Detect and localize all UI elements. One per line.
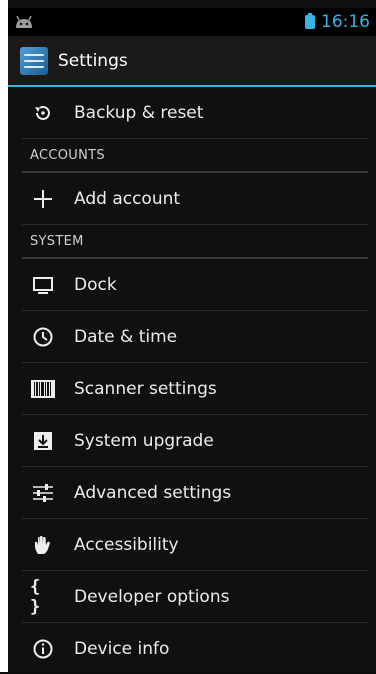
action-bar: Settings bbox=[8, 36, 376, 87]
app-title: Settings bbox=[58, 50, 128, 71]
hand-icon bbox=[30, 532, 56, 558]
setting-label: Device info bbox=[74, 638, 170, 659]
status-time: 16:16 bbox=[321, 12, 370, 32]
download-icon bbox=[30, 428, 56, 454]
setting-label: Scanner settings bbox=[74, 378, 217, 399]
info-icon bbox=[30, 636, 56, 662]
settings-list: Backup & reset ACCOUNTS Add account SYST… bbox=[8, 87, 376, 674]
braces-icon: { } bbox=[30, 576, 41, 617]
add-icon bbox=[30, 186, 56, 212]
setting-label: Backup & reset bbox=[74, 102, 204, 123]
sliders-icon bbox=[30, 480, 56, 506]
setting-dock[interactable]: Dock bbox=[22, 259, 368, 311]
setting-label: Dock bbox=[74, 274, 117, 295]
section-header-system: SYSTEM bbox=[22, 225, 368, 259]
backup-icon bbox=[30, 100, 56, 126]
android-icon bbox=[16, 15, 32, 28]
dock-icon bbox=[30, 272, 56, 298]
setting-label: Add account bbox=[74, 188, 181, 209]
setting-accessibility[interactable]: Accessibility bbox=[22, 519, 368, 571]
setting-label: Advanced settings bbox=[74, 482, 232, 503]
setting-date-time[interactable]: Date & time bbox=[22, 311, 368, 363]
section-title: ACCOUNTS bbox=[30, 147, 105, 163]
section-header-accounts: ACCOUNTS bbox=[22, 139, 368, 173]
settings-app-icon[interactable] bbox=[20, 46, 48, 75]
status-bar: 16:16 bbox=[8, 8, 376, 36]
settings-screen: 16:16 Settings Backup & reset ACCOUNTS A… bbox=[0, 0, 376, 672]
setting-device-info[interactable]: Device info bbox=[22, 623, 368, 674]
left-edge bbox=[0, 0, 8, 672]
section-title: SYSTEM bbox=[30, 233, 84, 249]
barcode-icon bbox=[30, 376, 56, 402]
setting-scanner[interactable]: Scanner settings bbox=[22, 363, 368, 415]
setting-backup-reset[interactable]: Backup & reset bbox=[22, 87, 368, 139]
setting-label: Date & time bbox=[74, 326, 178, 347]
setting-label: System upgrade bbox=[74, 430, 214, 451]
setting-label: Accessibility bbox=[74, 534, 179, 555]
setting-label: Developer options bbox=[74, 586, 230, 607]
battery-icon bbox=[305, 13, 315, 29]
clock-icon bbox=[30, 324, 56, 350]
setting-add-account[interactable]: Add account bbox=[22, 173, 368, 225]
setting-system-upgrade[interactable]: System upgrade bbox=[22, 415, 368, 467]
setting-advanced[interactable]: Advanced settings bbox=[22, 467, 368, 519]
setting-developer[interactable]: { } Developer options bbox=[22, 571, 368, 623]
